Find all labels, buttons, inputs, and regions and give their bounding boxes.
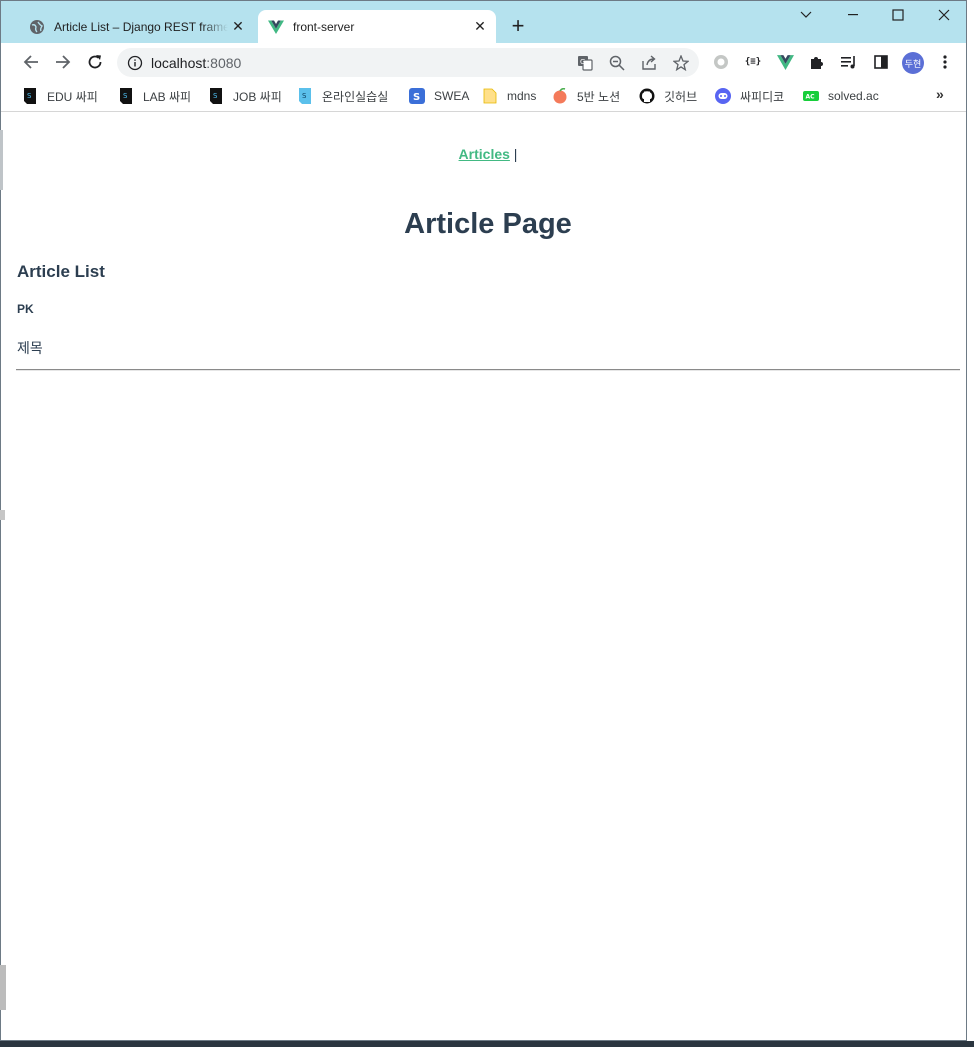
bookmark-label: JOB 싸피 — [233, 89, 282, 104]
close-tab-icon[interactable]: ✕ — [228, 17, 248, 37]
svg-text:S: S — [413, 92, 420, 103]
nav-link-articles[interactable]: Articles — [459, 146, 510, 162]
svg-text:S: S — [123, 92, 128, 100]
swea-icon: S — [409, 88, 425, 104]
more-bookmarks-chevron-icon[interactable]: » — [936, 86, 944, 102]
ssafy-online-icon: S — [297, 88, 313, 104]
address-bar[interactable]: localhost:8080 G — [117, 48, 699, 77]
article-list-heading: Article List — [17, 262, 105, 281]
svg-text:G: G — [580, 58, 585, 66]
reload-icon[interactable] — [84, 51, 106, 73]
github-icon — [639, 88, 655, 104]
peach-icon — [552, 88, 568, 104]
vue-devtools-icon[interactable] — [776, 53, 794, 71]
ssafy-icon: S — [208, 88, 224, 104]
media-queue-icon[interactable] — [840, 53, 858, 71]
menu-kebab-icon[interactable] — [936, 53, 954, 71]
browser-toolbar: localhost:8080 G {≡} 두현 — [1, 43, 966, 81]
folder-icon — [482, 88, 498, 104]
bookmark-label: 깃허브 — [664, 89, 698, 104]
svg-text:AC: AC — [806, 94, 816, 101]
svg-text:S: S — [302, 92, 307, 100]
share-icon[interactable] — [640, 54, 658, 72]
window-edge — [0, 130, 3, 190]
close-tab-icon[interactable]: ✕ — [470, 17, 490, 37]
extension-ghost-icon[interactable] — [712, 53, 730, 71]
svg-text:S: S — [213, 92, 218, 100]
json-formatter-icon[interactable]: {≡} — [744, 53, 762, 71]
window-edge — [0, 510, 5, 520]
divider — [16, 369, 960, 371]
tab-title: Article List – Django REST frame — [54, 19, 228, 34]
extensions-puzzle-icon[interactable] — [808, 53, 826, 71]
bookmark-label: 5반 노션 — [577, 89, 621, 104]
ssafy-icon: S — [22, 88, 38, 104]
taskbar-edge — [0, 1041, 974, 1047]
bookmark-github[interactable]: 깃허브 — [639, 86, 697, 106]
bookmark-edu-ssafy[interactable]: S EDU 싸피 — [22, 86, 98, 106]
minimize-icon[interactable] — [841, 5, 865, 25]
back-arrow-icon[interactable] — [20, 51, 42, 73]
page-title: Article Page — [404, 208, 572, 240]
bookmark-lab-ssafy[interactable]: S LAB 싸피 — [118, 86, 191, 106]
bookmark-label: LAB 싸피 — [143, 89, 192, 104]
bookmark-star-icon[interactable] — [672, 54, 690, 72]
ssafy-icon: S — [118, 88, 134, 104]
url-text[interactable]: localhost:8080 — [151, 55, 241, 71]
svg-text:S: S — [27, 92, 32, 100]
new-tab-button[interactable]: + — [507, 15, 529, 37]
browser-window: Article List – Django REST frame ✕ front… — [0, 0, 967, 1041]
bookmark-job-ssafy[interactable]: S JOB 싸피 — [208, 86, 282, 106]
bookmark-solvedac[interactable]: AC solved.ac — [803, 86, 879, 106]
tab-search-chevron-icon[interactable] — [794, 5, 818, 25]
bookmark-swea[interactable]: S SWEA — [409, 86, 469, 106]
app-nav: Articles | — [9, 146, 966, 162]
title-label: 제목 — [17, 340, 43, 356]
tab-front-server[interactable]: front-server ✕ — [258, 10, 496, 43]
page-content: Articles | Article Page Article List PK … — [9, 113, 966, 1040]
bookmark-label: EDU 싸피 — [47, 89, 98, 104]
vue-logo-icon — [268, 20, 284, 34]
bookmark-label: mdns — [507, 89, 537, 103]
bookmark-label: 싸피디코 — [740, 89, 785, 104]
zoom-out-icon[interactable] — [608, 54, 626, 72]
bookmark-discord[interactable]: 싸피디코 — [715, 86, 784, 106]
bookmark-label: 온라인실습실 — [322, 89, 389, 104]
site-info-icon[interactable] — [127, 55, 143, 71]
close-window-icon[interactable] — [932, 5, 956, 25]
tab-strip: Article List – Django REST frame ✕ front… — [1, 1, 966, 43]
nav-separator: | — [509, 146, 518, 162]
bookmark-folder-mdns[interactable]: mdns — [482, 86, 536, 106]
bookmarks-bar: S EDU 싸피 S LAB 싸피 S JOB 싸피 S 온라인실습실 S SW… — [1, 81, 966, 112]
bookmark-label: SWEA — [434, 89, 470, 103]
window-edge — [967, 0, 974, 1047]
translate-icon[interactable]: G — [576, 54, 594, 72]
side-panel-icon[interactable] — [872, 53, 890, 71]
solvedac-icon: AC — [803, 88, 819, 104]
profile-avatar[interactable]: 두현 — [902, 52, 924, 74]
tab-title: front-server — [293, 19, 355, 34]
discord-icon — [715, 88, 731, 104]
bookmark-notion[interactable]: 5반 노션 — [552, 86, 620, 106]
window-edge — [0, 965, 6, 1010]
tab-article-list[interactable]: Article List – Django REST frame ✕ — [17, 10, 254, 43]
forward-arrow-icon[interactable] — [52, 51, 74, 73]
pk-label: PK — [17, 302, 34, 316]
bookmark-online-lab[interactable]: S 온라인실습실 — [297, 86, 388, 106]
bookmark-label: solved.ac — [828, 89, 879, 103]
globe-icon — [30, 19, 44, 34]
maximize-icon[interactable] — [886, 5, 910, 25]
